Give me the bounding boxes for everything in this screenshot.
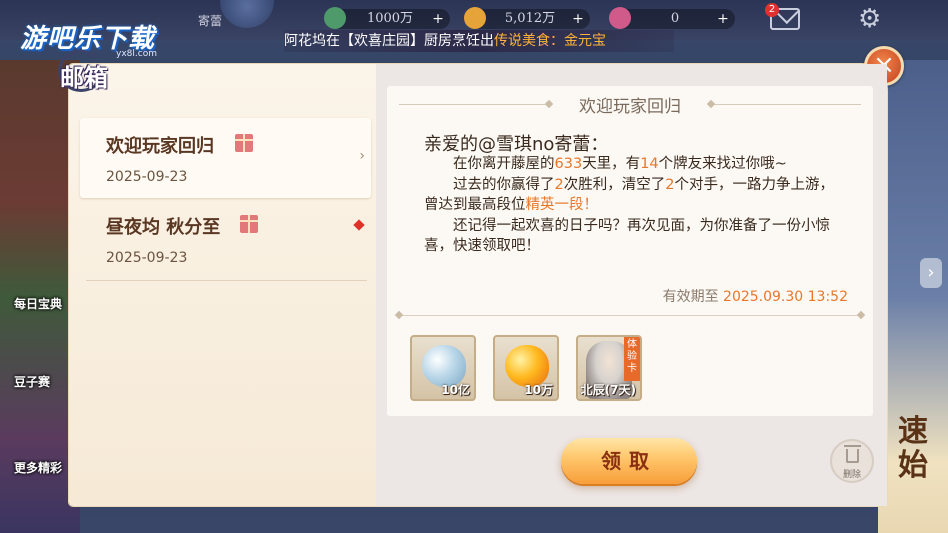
mail-item-date: 2025-09-23 — [106, 169, 188, 185]
more-events-entry[interactable]: 更多精彩 — [14, 459, 74, 476]
bean-match-entry[interactable]: 豆子赛 — [14, 373, 74, 390]
letter-body: 在你离开藤屋的633天里，有14个牌友来找过你哦~ 过去的你赢得了2次胜利，清空… — [424, 154, 844, 257]
gem-balance: 0 + — [609, 7, 735, 29]
delete-label: 删除 — [842, 470, 861, 480]
letter-paragraph: 还记得一起欢喜的日子吗？再次见面，为你准备了一份小惊喜，快速领取吧！ — [424, 217, 830, 255]
add-gold-bean-button[interactable]: + — [570, 11, 586, 27]
letter-card: 欢迎玩家回归 亲爱的@雪琪no寄蕾： 在你离开藤屋的633天里，有14个牌友来找… — [387, 86, 873, 416]
watermark-url: yx8l.com — [116, 49, 157, 59]
quick-start-button[interactable]: 速始 — [898, 415, 938, 483]
mail-item-welcome-back[interactable]: 欢迎玩家回归 2025-09-23 › — [80, 118, 371, 198]
gift-icon — [240, 215, 258, 233]
gift-icon — [235, 134, 253, 152]
chip-balance: 1000万 + — [324, 7, 450, 29]
dialog-title: 邮箱 — [60, 63, 108, 92]
claim-button[interactable]: 领取 — [561, 438, 697, 484]
chip-icon — [324, 7, 346, 29]
reward-item-hero-card[interactable]: 体验卡 北辰(7天) — [576, 335, 642, 401]
chevron-right-icon: › — [359, 148, 365, 164]
attachment-divider — [399, 315, 861, 316]
gold-bean-balance: 5,012万 + — [464, 7, 590, 29]
expiry-text: 有效期至 2025.09.30 13:52 — [662, 289, 848, 305]
mail-item-title: 昼夜均 秋分至 — [106, 217, 221, 238]
gold-bean-icon — [464, 7, 486, 29]
letter-greeting: 亲爱的@雪琪no寄蕾： — [424, 134, 609, 155]
announcement-marquee: 阿花坞在【欢喜庄园】厨房烹饪出传说美食：金元宝 — [284, 30, 674, 52]
mail-list: 欢迎玩家回归 2025-09-23 › 昼夜均 秋分至 2025-09-23 — [80, 108, 373, 506]
right-expand-arrow-icon[interactable]: › — [920, 258, 942, 288]
letter-paragraph: 过去的你赢得了2次胜利，清空了2个对手，一路力争上游，曾达到最高段位精英一段！ — [424, 176, 834, 214]
mascot-icon — [220, 0, 274, 28]
divider — [711, 104, 861, 105]
reward-quantity: 10亿 — [441, 383, 470, 397]
gear-icon[interactable]: ⚙ — [858, 4, 881, 34]
add-chip-button[interactable]: + — [430, 11, 446, 27]
reward-item-silver-bean[interactable]: 10亿 — [410, 335, 476, 401]
daily-guide-entry[interactable]: 每日宝典 — [14, 295, 74, 312]
letter-paragraph: 在你离开藤屋的633天里，有14个牌友来找过你哦~ — [453, 156, 787, 172]
reward-item-gold-bean[interactable]: 10万 — [493, 335, 559, 401]
gem-icon — [609, 7, 631, 29]
reward-quantity: 10万 — [524, 383, 553, 397]
mail-badge: 2 — [765, 3, 779, 17]
add-gem-button[interactable]: + — [715, 11, 731, 27]
player-name: 寄蕾 — [198, 14, 223, 28]
trash-icon — [844, 445, 861, 463]
mail-item-date: 2025-09-23 — [106, 250, 188, 266]
mail-item-title: 欢迎玩家回归 — [106, 136, 214, 157]
divider — [86, 280, 367, 281]
delete-button[interactable]: 删除 — [830, 439, 874, 483]
trial-card-tag: 体验卡 — [624, 337, 640, 381]
unread-dot — [353, 219, 365, 231]
mail-item-autumn-equinox[interactable]: 昼夜均 秋分至 2025-09-23 — [80, 199, 371, 281]
reward-quantity: 北辰(7天) — [580, 383, 636, 397]
